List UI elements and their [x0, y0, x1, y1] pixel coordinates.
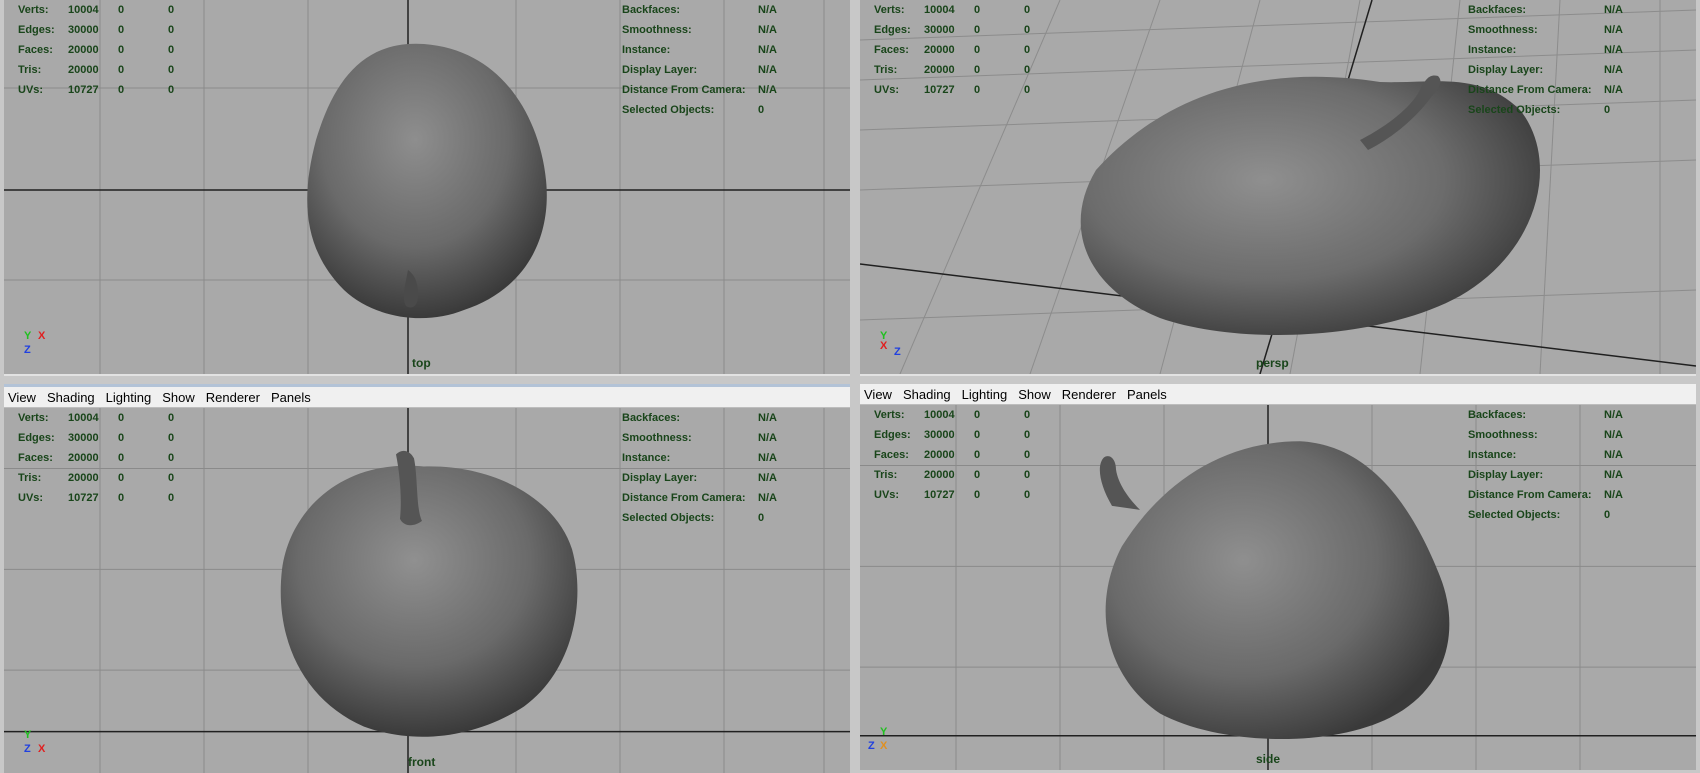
- viewport-top[interactable]: Verts: 10004 0 0 Edges: 30000 0 0 Faces: 20000 0…: [4, 0, 850, 374]
- viewport-persp[interactable]: Verts: 10004 0 0 Edges: 30000 0 0 Faces: 20000 0…: [860, 0, 1696, 374]
- hud-row-smoothness: Smoothness: N/A: [1468, 24, 1623, 36]
- hud-row-uvs: UVs: 10727 0 0: [874, 84, 1031, 96]
- viewport-pane-persp[interactable]: Verts: 10004 0 0 Edges: 30000 0 0 Faces: 20000 0…: [860, 0, 1696, 376]
- viewport-pane-top[interactable]: Verts: 10004 0 0 Edges: 30000 0 0 Faces: 20000 0…: [4, 0, 850, 376]
- viewport-side[interactable]: Verts: 10004 0 0 Edges: 30000 0 0 Faces: 20000 0…: [860, 405, 1696, 770]
- hud-row-selected: Selected Objects: 0: [1468, 104, 1611, 116]
- hud-row-smoothness: Smoothness: N/A: [622, 24, 777, 36]
- hud-row-verts: Verts: 10004 0 0: [874, 4, 1031, 16]
- axis-gizmo-icon: Y X Z: [24, 330, 46, 356]
- hud-row-edges: Edges: 30000 0 0: [18, 24, 175, 36]
- menu-shading[interactable]: Shading: [47, 390, 95, 405]
- hud-row-smoothness: Smoothness: N/A: [1468, 429, 1623, 441]
- object-info-hud: Backfaces: N/A Smoothness: N/A Instance: N/…: [1468, 405, 1623, 525]
- hud-row-edges: Edges: 30000 0 0: [874, 429, 1031, 441]
- hud-row-verts: Verts: 10004 0 0: [874, 409, 1031, 421]
- apple-mesh[interactable]: [280, 465, 578, 737]
- panel-menu-bar: View Shading Lighting Show Renderer Pane…: [4, 387, 850, 408]
- hud-row-tris: Tris: 20000 0 0: [18, 472, 175, 484]
- hud-row-distance: Distance From Camera: N/A: [622, 492, 777, 504]
- hud-row-tris: Tris: 20000 0 0: [874, 469, 1031, 481]
- object-info-hud: Backfaces: N/A Smoothness: N/A Instance: N/…: [1468, 0, 1623, 120]
- hud-row-faces: Faces: 20000 0 0: [874, 44, 1031, 56]
- hud-row-verts: Verts: 10004 0 0: [18, 412, 175, 424]
- object-info-hud: Backfaces: N/A Smoothness: N/A Instance: N/…: [622, 0, 777, 120]
- hud-row-instance: Instance: N/A: [1468, 449, 1623, 461]
- hud-row-backfaces: Backfaces: N/A: [1468, 4, 1623, 16]
- panel-menu-bar: View Shading Lighting Show Renderer Pane…: [860, 384, 1696, 405]
- poly-count-hud: Verts: 10004 0 0 Edges: 30000 0 0 Faces: 20000 0…: [874, 0, 1044, 100]
- camera-label: top: [412, 356, 431, 370]
- hud-row-display-layer: Display Layer: N/A: [622, 472, 777, 484]
- hud-row-display-layer: Display Layer: N/A: [1468, 64, 1623, 76]
- menu-lighting[interactable]: Lighting: [106, 390, 152, 405]
- hud-row-display-layer: Display Layer: N/A: [1468, 469, 1623, 481]
- hud-row-edges: Edges: 30000 0 0: [18, 432, 175, 444]
- viewport-pane-front[interactable]: View Shading Lighting Show Renderer Pane…: [4, 384, 850, 773]
- axis-gizmo-icon: Y X Z: [880, 330, 901, 358]
- hud-row-faces: Faces: 20000 0 0: [18, 44, 175, 56]
- axis-gizmo-icon: Y Z X: [868, 726, 888, 752]
- hud-row-instance: Instance: N/A: [622, 44, 777, 56]
- apple-mesh[interactable]: [1105, 441, 1450, 740]
- menu-panels[interactable]: Panels: [271, 390, 311, 405]
- poly-count-hud: Verts: 10004 0 0 Edges: 30000 0 0 Faces: 20000 0…: [18, 408, 188, 508]
- hud-row-verts: Verts: 10004 0 0: [18, 4, 175, 16]
- menu-show[interactable]: Show: [1018, 387, 1051, 402]
- hud-row-selected: Selected Objects: 0: [1468, 509, 1611, 521]
- hud-row-backfaces: Backfaces: N/A: [622, 412, 777, 424]
- hud-row-tris: Tris: 20000 0 0: [18, 64, 175, 76]
- menu-panels[interactable]: Panels: [1127, 387, 1167, 402]
- menu-show[interactable]: Show: [162, 390, 195, 405]
- hud-row-tris: Tris: 20000 0 0: [874, 64, 1031, 76]
- hud-row-edges: Edges: 30000 0 0: [874, 24, 1031, 36]
- object-info-hud: Backfaces: N/A Smoothness: N/A Instance: N/…: [622, 408, 777, 528]
- menu-lighting[interactable]: Lighting: [962, 387, 1008, 402]
- viewport-pane-side[interactable]: View Shading Lighting Show Renderer Pane…: [860, 384, 1696, 770]
- apple-stem: [1099, 456, 1140, 510]
- hud-row-selected: Selected Objects: 0: [622, 512, 765, 524]
- menu-view[interactable]: View: [864, 387, 892, 402]
- camera-label: persp: [1256, 356, 1289, 370]
- camera-label: front: [408, 755, 436, 769]
- hud-row-instance: Instance: N/A: [1468, 44, 1623, 56]
- hud-row-faces: Faces: 20000 0 0: [18, 452, 175, 464]
- camera-label: side: [1256, 752, 1281, 766]
- hud-row-uvs: UVs: 10727 0 0: [874, 489, 1031, 501]
- hud-row-display-layer: Display Layer: N/A: [622, 64, 777, 76]
- hud-row-faces: Faces: 20000 0 0: [874, 449, 1031, 461]
- poly-count-hud: Verts: 10004 0 0 Edges: 30000 0 0 Faces: 20000 0…: [874, 405, 1044, 505]
- axis-gizmo-icon: Y Z X: [24, 729, 46, 755]
- hud-row-smoothness: Smoothness: N/A: [622, 432, 777, 444]
- hud-row-uvs: UVs: 10727 0 0: [18, 84, 175, 96]
- hud-row-distance: Distance From Camera: N/A: [1468, 84, 1623, 96]
- hud-row-distance: Distance From Camera: N/A: [1468, 489, 1623, 501]
- hud-row-distance: Distance From Camera: N/A: [622, 84, 777, 96]
- hud-row-uvs: UVs: 10727 0 0: [18, 492, 175, 504]
- viewport-front[interactable]: Verts: 10004 0 0 Edges: 30000 0 0 Faces: 20000 0…: [4, 408, 850, 773]
- hud-row-backfaces: Backfaces: N/A: [622, 4, 777, 16]
- poly-count-hud: Verts: 10004 0 0 Edges: 30000 0 0 Faces: 20000 0…: [18, 0, 188, 100]
- hud-row-backfaces: Backfaces: N/A: [1468, 409, 1623, 421]
- menu-shading[interactable]: Shading: [903, 387, 951, 402]
- apple-mesh[interactable]: [307, 43, 547, 319]
- menu-renderer[interactable]: Renderer: [1062, 387, 1116, 402]
- menu-renderer[interactable]: Renderer: [206, 390, 260, 405]
- menu-view[interactable]: View: [8, 390, 36, 405]
- hud-row-selected: Selected Objects: 0: [622, 104, 765, 116]
- hud-row-instance: Instance: N/A: [622, 452, 777, 464]
